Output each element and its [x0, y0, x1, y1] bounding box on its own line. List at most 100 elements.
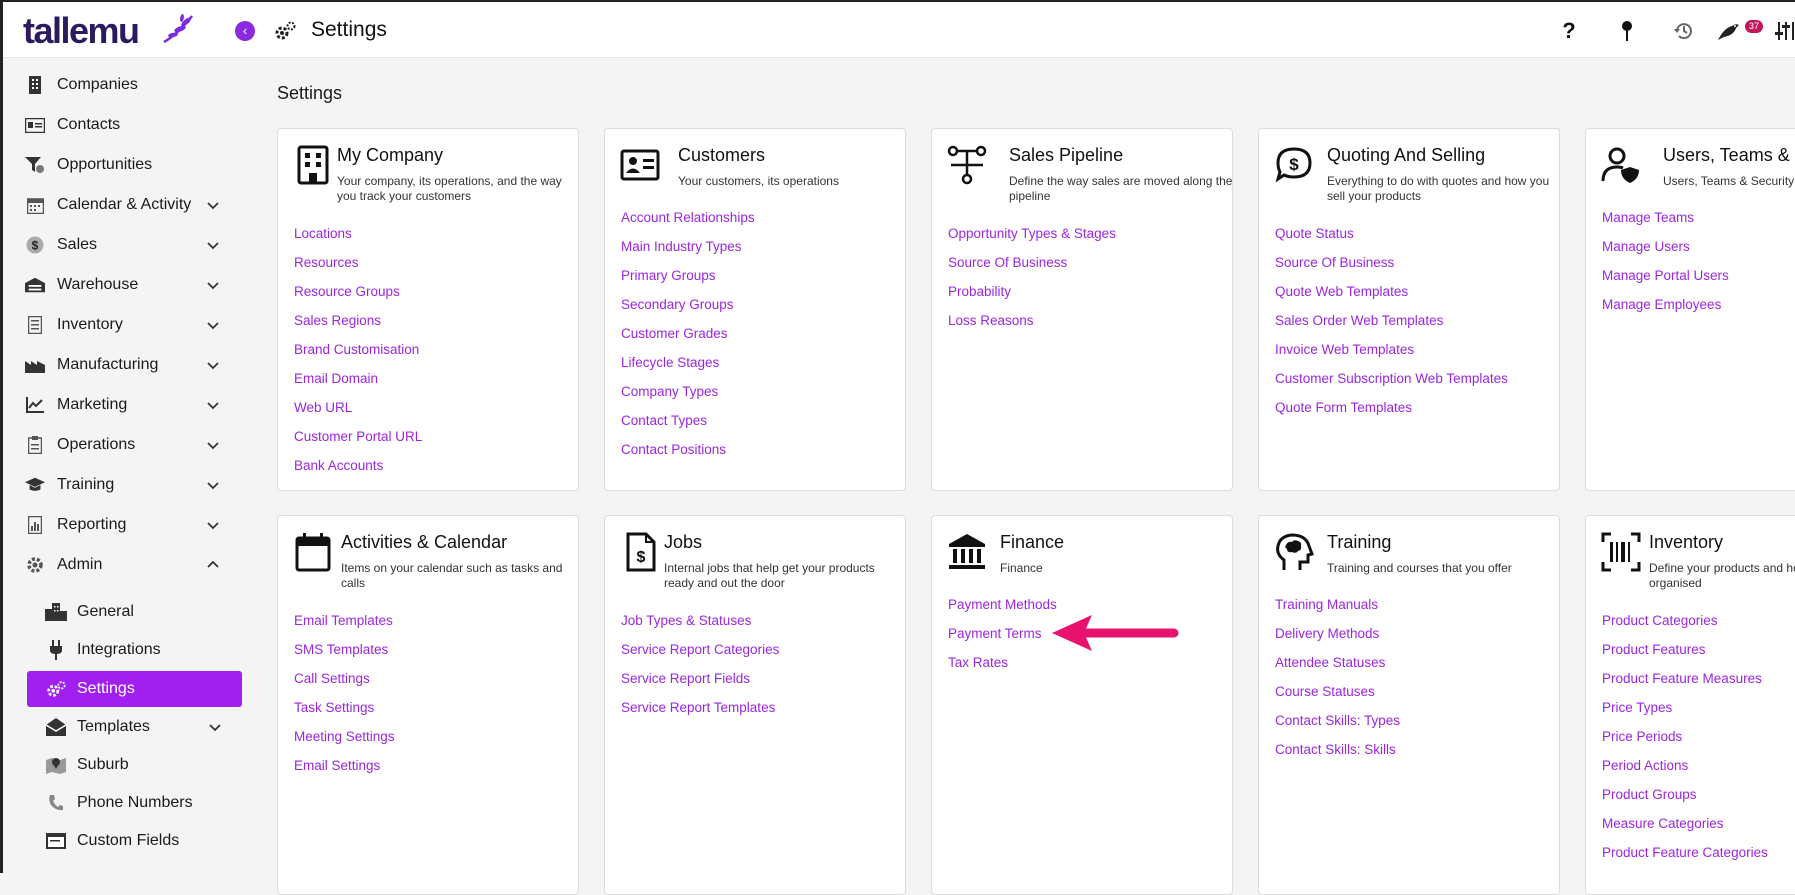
calendar-icon — [295, 533, 331, 572]
link-product-categories[interactable]: Product Categories — [1602, 606, 1768, 635]
link-period-actions[interactable]: Period Actions — [1602, 751, 1768, 780]
link-price-types[interactable]: Price Types — [1602, 693, 1768, 722]
link-delivery-methods[interactable]: Delivery Methods — [1275, 619, 1400, 648]
link-resource-groups[interactable]: Resource Groups — [294, 277, 422, 306]
sidebar-subitem-integrations[interactable]: Integrations — [27, 632, 242, 668]
link-manage-employees[interactable]: Manage Employees — [1602, 290, 1729, 319]
collapse-sidebar-button[interactable]: ‹ — [235, 21, 255, 41]
sidebar-item-opportunities[interactable]: Opportunities — [3, 147, 243, 183]
link-meeting-settings[interactable]: Meeting Settings — [294, 722, 395, 751]
link-attendee-statuses[interactable]: Attendee Statuses — [1275, 648, 1400, 677]
link-manage-portal-users[interactable]: Manage Portal Users — [1602, 261, 1729, 290]
pin-icon[interactable] — [1613, 17, 1641, 45]
sidebar-subitem-custom-fields[interactable]: Custom Fields — [27, 823, 242, 859]
link-company-types[interactable]: Company Types — [621, 377, 755, 406]
link-account-relationships[interactable]: Account Relationships — [621, 203, 755, 232]
sidebar-subitem-general[interactable]: General — [27, 594, 242, 630]
card-description: Your customers, its operations — [678, 174, 839, 188]
link-sales-regions[interactable]: Sales Regions — [294, 306, 422, 335]
link-main-industry-types[interactable]: Main Industry Types — [621, 232, 755, 261]
sidebar-item-marketing[interactable]: Marketing — [3, 387, 243, 423]
link-contact-types[interactable]: Contact Types — [621, 406, 755, 435]
contact-card-icon — [25, 115, 45, 135]
link-payment-methods[interactable]: Payment Methods — [948, 590, 1057, 619]
link-brand-customisation[interactable]: Brand Customisation — [294, 335, 422, 364]
link-source-of-business[interactable]: Source Of Business — [948, 248, 1116, 277]
link-contact-skills-types[interactable]: Contact Skills: Types — [1275, 706, 1400, 735]
link-quote-form-templates[interactable]: Quote Form Templates — [1275, 393, 1508, 422]
link-customer-grades[interactable]: Customer Grades — [621, 319, 755, 348]
sidebar-item-reporting[interactable]: Reporting — [3, 507, 243, 543]
funnel-icon — [25, 155, 45, 175]
link-sms-templates[interactable]: SMS Templates — [294, 635, 395, 664]
card-title: Activities & Calendar — [341, 532, 508, 552]
link-quote-web-templates[interactable]: Quote Web Templates — [1275, 277, 1508, 306]
sidebar-item-training[interactable]: Training — [3, 467, 243, 503]
logo-leaf-icon — [163, 14, 193, 44]
link-web-url[interactable]: Web URL — [294, 393, 422, 422]
link-tax-rates[interactable]: Tax Rates — [948, 648, 1057, 677]
link-manage-users[interactable]: Manage Users — [1602, 232, 1729, 261]
sidebar-item-contacts[interactable]: Contacts — [3, 107, 243, 143]
sidebar-item-label: Contacts — [57, 116, 121, 133]
chevron-down-icon — [207, 522, 219, 530]
sidebar-subitem-templates[interactable]: Templates — [27, 709, 242, 745]
sidebar-item-calendar-activity[interactable]: Calendar & Activity — [3, 187, 243, 223]
link-product-groups[interactable]: Product Groups — [1602, 780, 1768, 809]
sidebar-item-manufacturing[interactable]: Manufacturing — [3, 347, 243, 383]
link-contact-skills-skills[interactable]: Contact Skills: Skills — [1275, 735, 1400, 764]
link-loss-reasons[interactable]: Loss Reasons — [948, 306, 1116, 335]
sidebar-item-companies[interactable]: Companies — [3, 67, 243, 103]
link-product-feature-categories[interactable]: Product Feature Categories — [1602, 838, 1768, 867]
history-icon[interactable] — [1670, 17, 1698, 45]
sidebar-item-operations[interactable]: Operations — [3, 427, 243, 463]
bird-notification-icon[interactable] — [1715, 17, 1743, 45]
link-bank-accounts[interactable]: Bank Accounts — [294, 451, 422, 480]
link-email-templates[interactable]: Email Templates — [294, 606, 395, 635]
link-training-manuals[interactable]: Training Manuals — [1275, 590, 1400, 619]
link-locations[interactable]: Locations — [294, 219, 422, 248]
sidebar-item-warehouse[interactable]: Warehouse — [3, 267, 243, 303]
chevron-down-icon — [207, 362, 219, 370]
link-resources[interactable]: Resources — [294, 248, 422, 277]
link-price-periods[interactable]: Price Periods — [1602, 722, 1768, 751]
link-job-types-statuses[interactable]: Job Types & Statuses — [621, 606, 779, 635]
link-service-report-templates[interactable]: Service Report Templates — [621, 693, 779, 722]
link-customer-subscription-web-templates[interactable]: Customer Subscription Web Templates — [1275, 364, 1508, 393]
link-email-domain[interactable]: Email Domain — [294, 364, 422, 393]
settings-heading: Settings — [277, 83, 343, 103]
link-product-feature-measures[interactable]: Product Feature Measures — [1602, 664, 1768, 693]
sidebar-item-admin[interactable]: Admin — [3, 547, 243, 583]
sidebar-item-sales[interactable]: $ Sales — [3, 227, 243, 263]
link-secondary-groups[interactable]: Secondary Groups — [621, 290, 755, 319]
sidebar-subitem-suburb[interactable]: Suburb — [27, 747, 242, 783]
link-email-settings[interactable]: Email Settings — [294, 751, 395, 780]
sidebar-item-inventory[interactable]: Inventory — [3, 307, 243, 343]
link-product-features[interactable]: Product Features — [1602, 635, 1768, 664]
link-service-report-categories[interactable]: Service Report Categories — [621, 635, 779, 664]
link-probability[interactable]: Probability — [948, 277, 1116, 306]
link-service-report-fields[interactable]: Service Report Fields — [621, 664, 779, 693]
link-manage-teams[interactable]: Manage Teams — [1602, 203, 1729, 232]
sidebar-item-label: Manufacturing — [57, 356, 159, 373]
link-measure-categories[interactable]: Measure Categories — [1602, 809, 1768, 838]
help-icon[interactable]: ? — [1555, 17, 1583, 45]
link-contact-positions[interactable]: Contact Positions — [621, 435, 755, 464]
link-payment-terms[interactable]: Payment Terms — [948, 619, 1057, 648]
link-lifecycle-stages[interactable]: Lifecycle Stages — [621, 348, 755, 377]
link-invoice-web-templates[interactable]: Invoice Web Templates — [1275, 335, 1508, 364]
link-source-of-business[interactable]: Source Of Business — [1275, 248, 1508, 277]
sidebar-subitem-phone-numbers[interactable]: Phone Numbers — [27, 785, 242, 821]
link-course-statuses[interactable]: Course Statuses — [1275, 677, 1400, 706]
chevron-down-icon — [209, 724, 221, 732]
sidebar-subitem-settings[interactable]: Settings — [27, 671, 242, 707]
link-customer-portal-url[interactable]: Customer Portal URL — [294, 422, 422, 451]
sliders-icon[interactable] — [1775, 17, 1795, 45]
link-task-settings[interactable]: Task Settings — [294, 693, 395, 722]
link-call-settings[interactable]: Call Settings — [294, 664, 395, 693]
link-primary-groups[interactable]: Primary Groups — [621, 261, 755, 290]
link-sales-order-web-templates[interactable]: Sales Order Web Templates — [1275, 306, 1508, 335]
link-quote-status[interactable]: Quote Status — [1275, 219, 1508, 248]
card-description: Internal jobs that help get your product… — [664, 561, 875, 590]
link-opportunity-types-stages[interactable]: Opportunity Types & Stages — [948, 219, 1116, 248]
